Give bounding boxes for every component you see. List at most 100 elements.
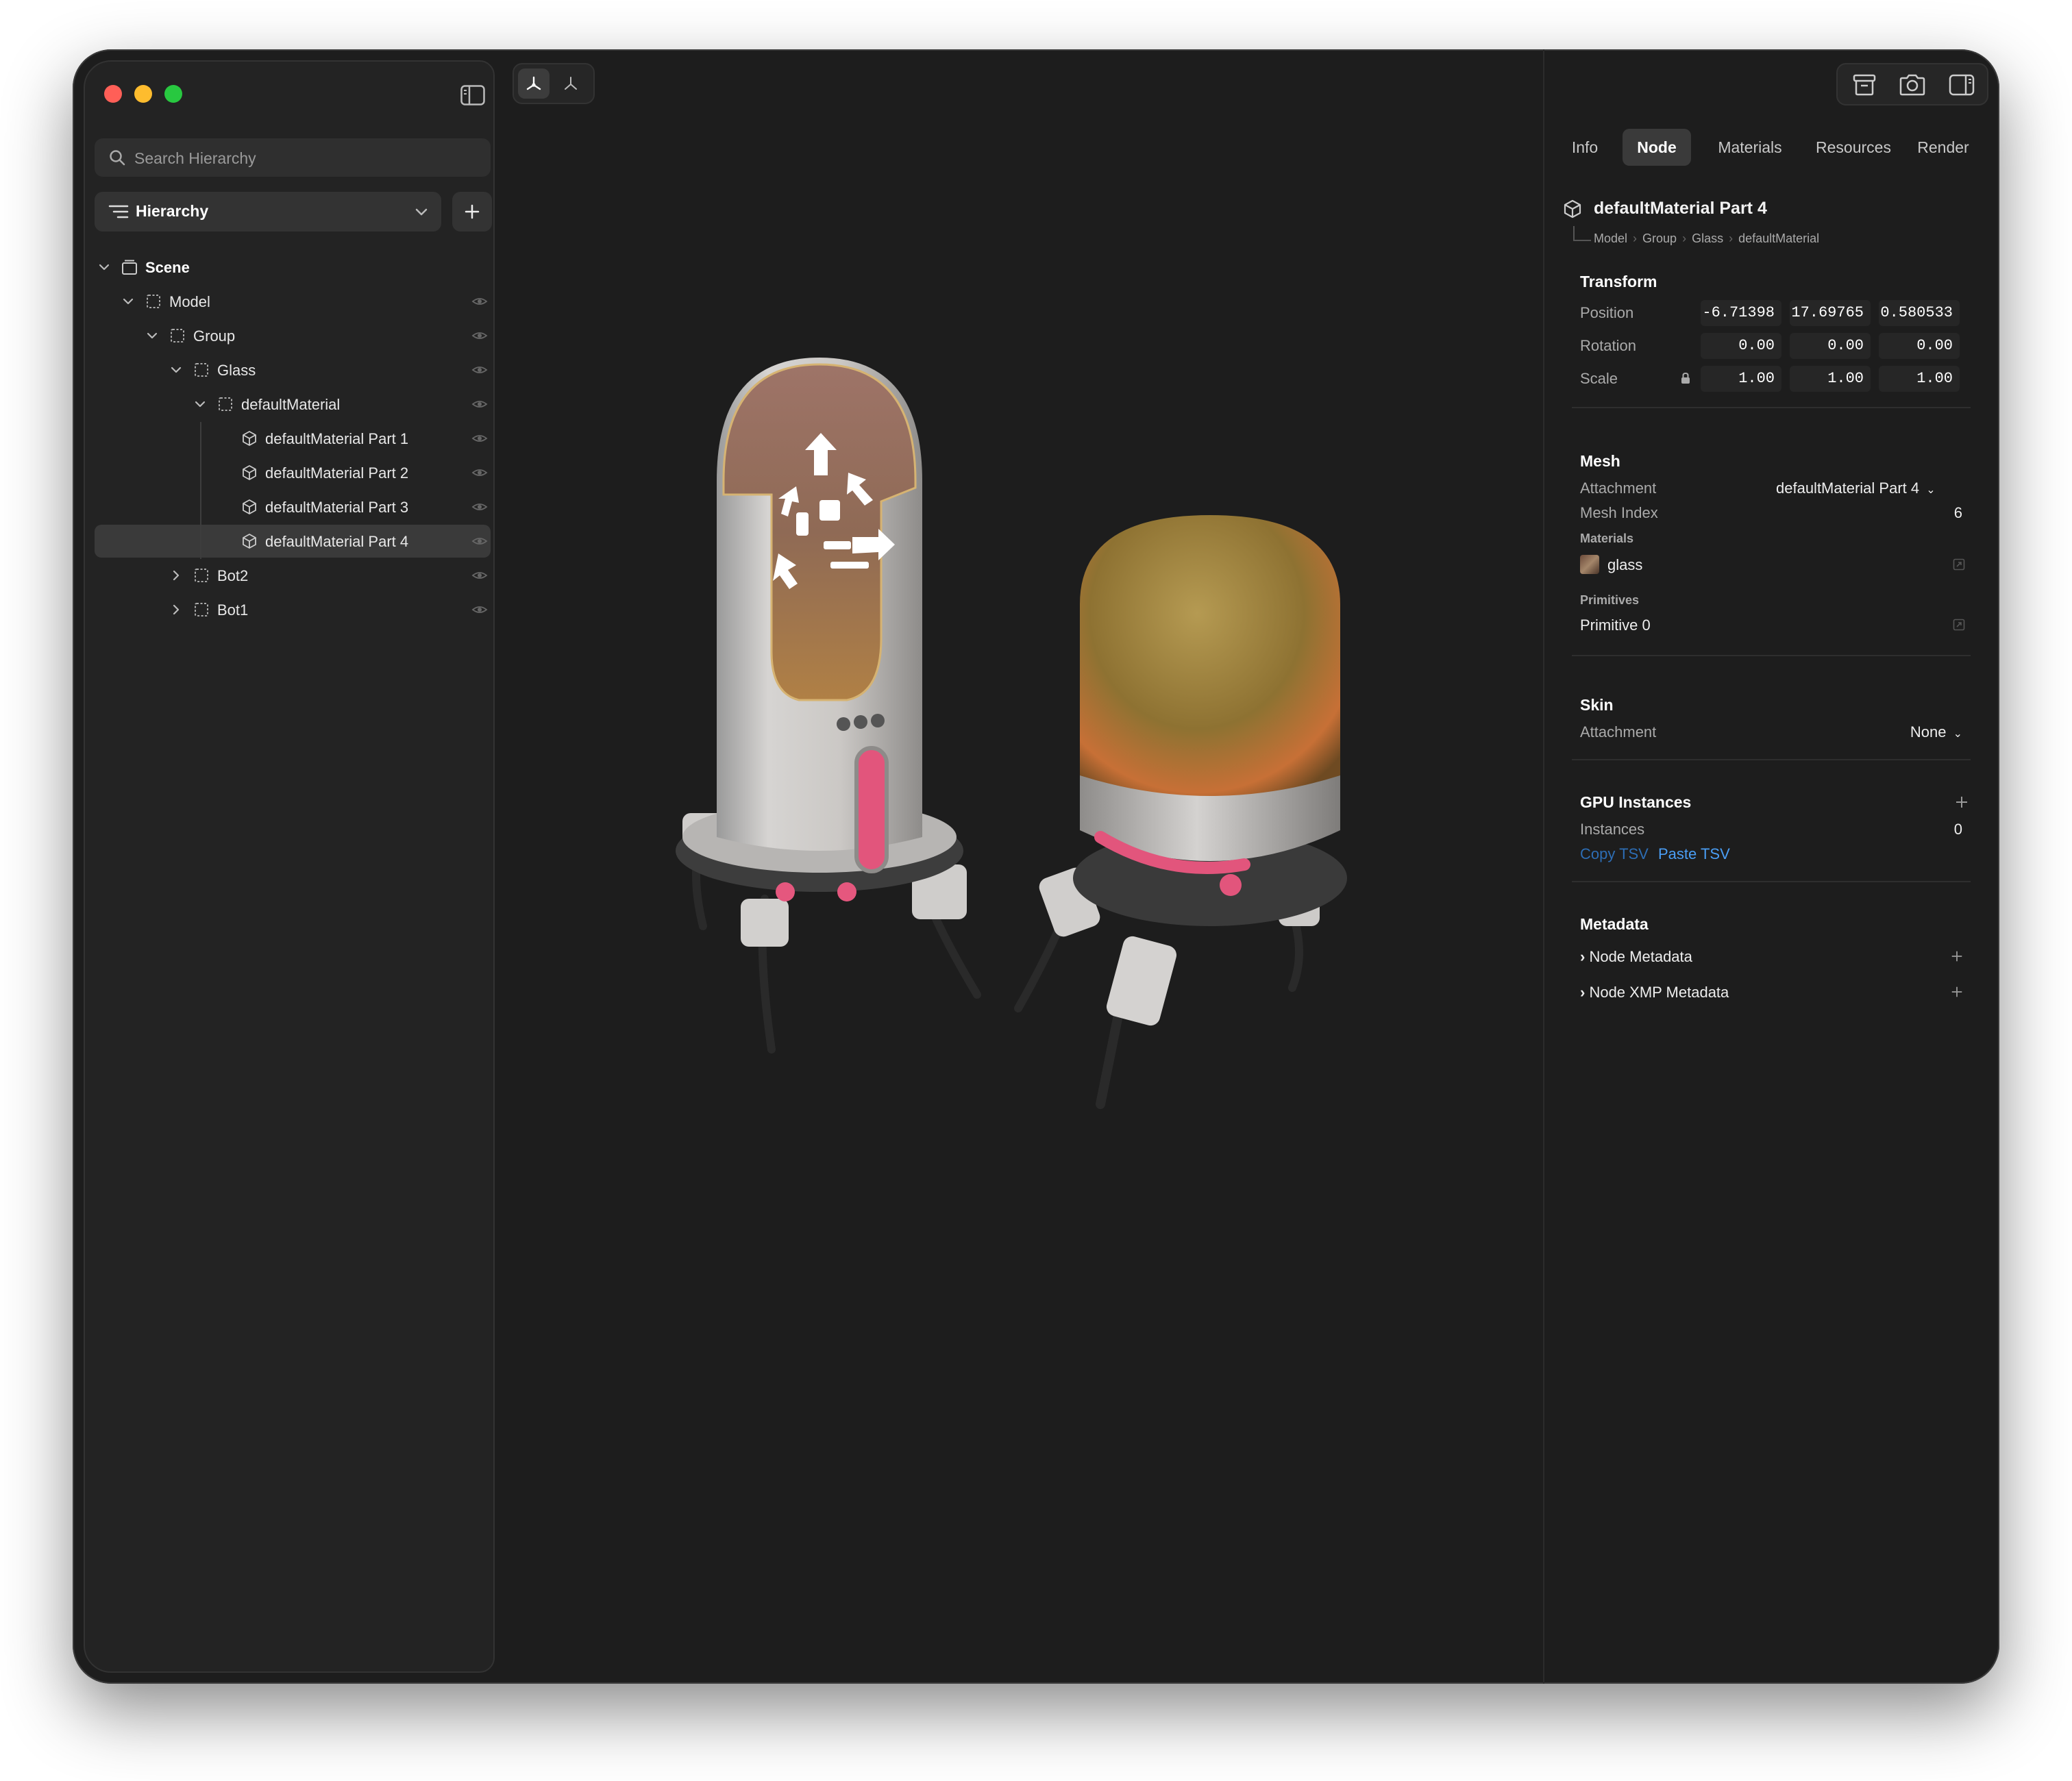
chevron-down-icon[interactable] <box>193 397 207 411</box>
visibility-eye-icon[interactable] <box>471 535 488 547</box>
add-node-xmp-metadata-icon[interactable] <box>1950 985 1964 999</box>
node-xmp-metadata-disclosure[interactable]: › Node XMP Metadata <box>1580 984 1729 1001</box>
position-z-field[interactable]: 0.580533 <box>1879 300 1960 326</box>
material-name[interactable]: glass <box>1607 556 1642 574</box>
chevron-right-icon[interactable] <box>169 603 183 616</box>
zoom-window-button[interactable] <box>164 85 182 103</box>
archive-icon[interactable] <box>1850 73 1879 97</box>
materials-label: Materials <box>1580 532 1634 545</box>
visibility-eye-icon[interactable] <box>471 398 488 410</box>
chevron-down-icon[interactable] <box>97 260 111 274</box>
breadcrumb: Model › Group › Glass › defaultMaterial <box>1594 232 1819 246</box>
scene-icon <box>122 260 137 275</box>
visibility-eye-icon[interactable] <box>471 364 488 376</box>
tree-row[interactable]: defaultMaterial Part 3 <box>95 490 491 523</box>
tree-row[interactable]: Group <box>95 319 491 352</box>
visibility-eye-icon[interactable] <box>471 466 488 479</box>
breadcrumb-item[interactable]: Model <box>1594 232 1627 245</box>
tab-node[interactable]: Node <box>1623 129 1691 166</box>
chevron-down-icon[interactable] <box>145 329 159 342</box>
visibility-eye-icon[interactable] <box>471 432 488 445</box>
camera-icon[interactable] <box>1898 73 1927 97</box>
tree-row[interactable]: defaultMaterial Part 4 <box>95 525 491 558</box>
skin-attachment-select[interactable]: None ⌄ <box>1910 723 1962 741</box>
visibility-eye-icon[interactable] <box>471 329 488 342</box>
tree-row[interactable]: defaultMaterial <box>95 388 491 421</box>
visibility-eye-icon[interactable] <box>471 501 488 513</box>
rotation-y-field[interactable]: 0.00 <box>1790 333 1871 359</box>
node-metadata-disclosure[interactable]: › Node Metadata <box>1580 948 1692 966</box>
tree-row-label: defaultMaterial Part 3 <box>265 499 409 516</box>
tab-resources[interactable]: Resources <box>1809 129 1898 166</box>
scale-y-field[interactable]: 1.00 <box>1790 366 1871 392</box>
add-node-button[interactable] <box>452 192 492 232</box>
position-y-field[interactable]: 17.69765 <box>1790 300 1871 326</box>
tab-info[interactable]: Info <box>1562 129 1607 166</box>
chevron-down-icon[interactable] <box>121 295 135 308</box>
group-node-icon <box>195 603 208 616</box>
tree-row-label: Bot1 <box>217 601 249 619</box>
3d-viewport[interactable] <box>676 296 1498 1159</box>
visibility-eye-icon[interactable] <box>471 569 488 582</box>
breadcrumb-item[interactable]: defaultMaterial <box>1738 232 1819 245</box>
visibility-eye-icon[interactable] <box>471 295 488 308</box>
tab-render[interactable]: Render <box>1912 129 1975 166</box>
lock-icon[interactable] <box>1680 372 1691 384</box>
tree-row-label: Bot2 <box>217 567 249 584</box>
tree-row[interactable]: Scene <box>95 251 491 284</box>
inspector-toggle-icon[interactable] <box>1947 73 1976 97</box>
copy-tsv-link[interactable]: Copy TSV <box>1580 845 1649 863</box>
mesh-attachment-select[interactable]: defaultMaterial Part 4 ⌄ <box>1776 480 1936 497</box>
search-input[interactable] <box>133 144 478 173</box>
reveal-material-icon[interactable] <box>1953 558 1965 571</box>
paste-tsv-link[interactable]: Paste TSV <box>1658 845 1730 863</box>
rotation-z-field[interactable]: 0.00 <box>1879 333 1960 359</box>
hierarchy-view-select[interactable]: Hierarchy <box>95 192 441 232</box>
scale-z-field[interactable]: 1.00 <box>1879 366 1960 392</box>
tree-row-label: Glass <box>217 362 256 379</box>
breadcrumb-item[interactable]: Glass <box>1692 232 1723 245</box>
tree-row[interactable]: defaultMaterial Part 2 <box>95 456 491 489</box>
local-axes-button[interactable] <box>555 68 587 99</box>
scale-x-field[interactable]: 1.00 <box>1701 366 1781 392</box>
minimize-window-button[interactable] <box>134 85 152 103</box>
tree-row-label: Scene <box>145 259 190 276</box>
close-window-button[interactable] <box>104 85 122 103</box>
chevron-down-icon[interactable] <box>169 363 183 377</box>
tree-row[interactable]: Model <box>95 285 491 318</box>
breadcrumb-separator-icon: › <box>1682 232 1687 245</box>
mesh-attachment-value: defaultMaterial Part 4 <box>1776 480 1920 497</box>
tree-row[interactable]: Glass <box>95 353 491 386</box>
bot-dome-model[interactable] <box>1014 515 1347 1109</box>
skin-section: Skin Attachment None ⌄ <box>1572 696 1971 778</box>
instances-label: Instances <box>1580 821 1645 838</box>
sidebar-toggle-icon[interactable] <box>460 85 485 105</box>
tree-row[interactable]: defaultMaterial Part 1 <box>95 422 491 455</box>
group-node-icon <box>147 295 160 308</box>
chevron-right-icon[interactable] <box>169 569 183 582</box>
hierarchy-select-label: Hierarchy <box>136 202 209 220</box>
bot-tall-model[interactable] <box>676 358 981 1054</box>
reveal-primitive-icon[interactable] <box>1953 619 1965 631</box>
node-xmp-metadata-label: Node XMP Metadata <box>1589 984 1729 1001</box>
rotation-x-field[interactable]: 0.00 <box>1701 333 1781 359</box>
add-instance-icon[interactable] <box>1954 795 1969 810</box>
skin-attachment-value: None <box>1910 723 1947 740</box>
transform-gizmo-button[interactable] <box>518 68 550 99</box>
tree-row[interactable]: Bot1 <box>95 593 491 626</box>
visibility-eye-icon[interactable] <box>471 603 488 616</box>
tree-row[interactable]: Bot2 <box>95 559 491 592</box>
add-node-metadata-icon[interactable] <box>1950 949 1964 963</box>
group-node-icon <box>195 363 208 377</box>
mesh-node-icon <box>243 465 256 480</box>
breadcrumb-item[interactable]: Group <box>1642 232 1677 245</box>
breadcrumb-separator-icon: › <box>1633 232 1638 245</box>
search-field[interactable] <box>95 138 491 177</box>
chevron-right-icon: › <box>1580 948 1586 965</box>
position-x-field[interactable]: -6.71398 <box>1701 300 1781 326</box>
tab-materials[interactable]: Materials <box>1706 129 1794 166</box>
transform-title: Transform <box>1580 273 1657 290</box>
tree-indent-guide <box>200 422 201 559</box>
primitive-name[interactable]: Primitive 0 <box>1580 616 1651 634</box>
mesh-index-label: Mesh Index <box>1580 504 1658 521</box>
